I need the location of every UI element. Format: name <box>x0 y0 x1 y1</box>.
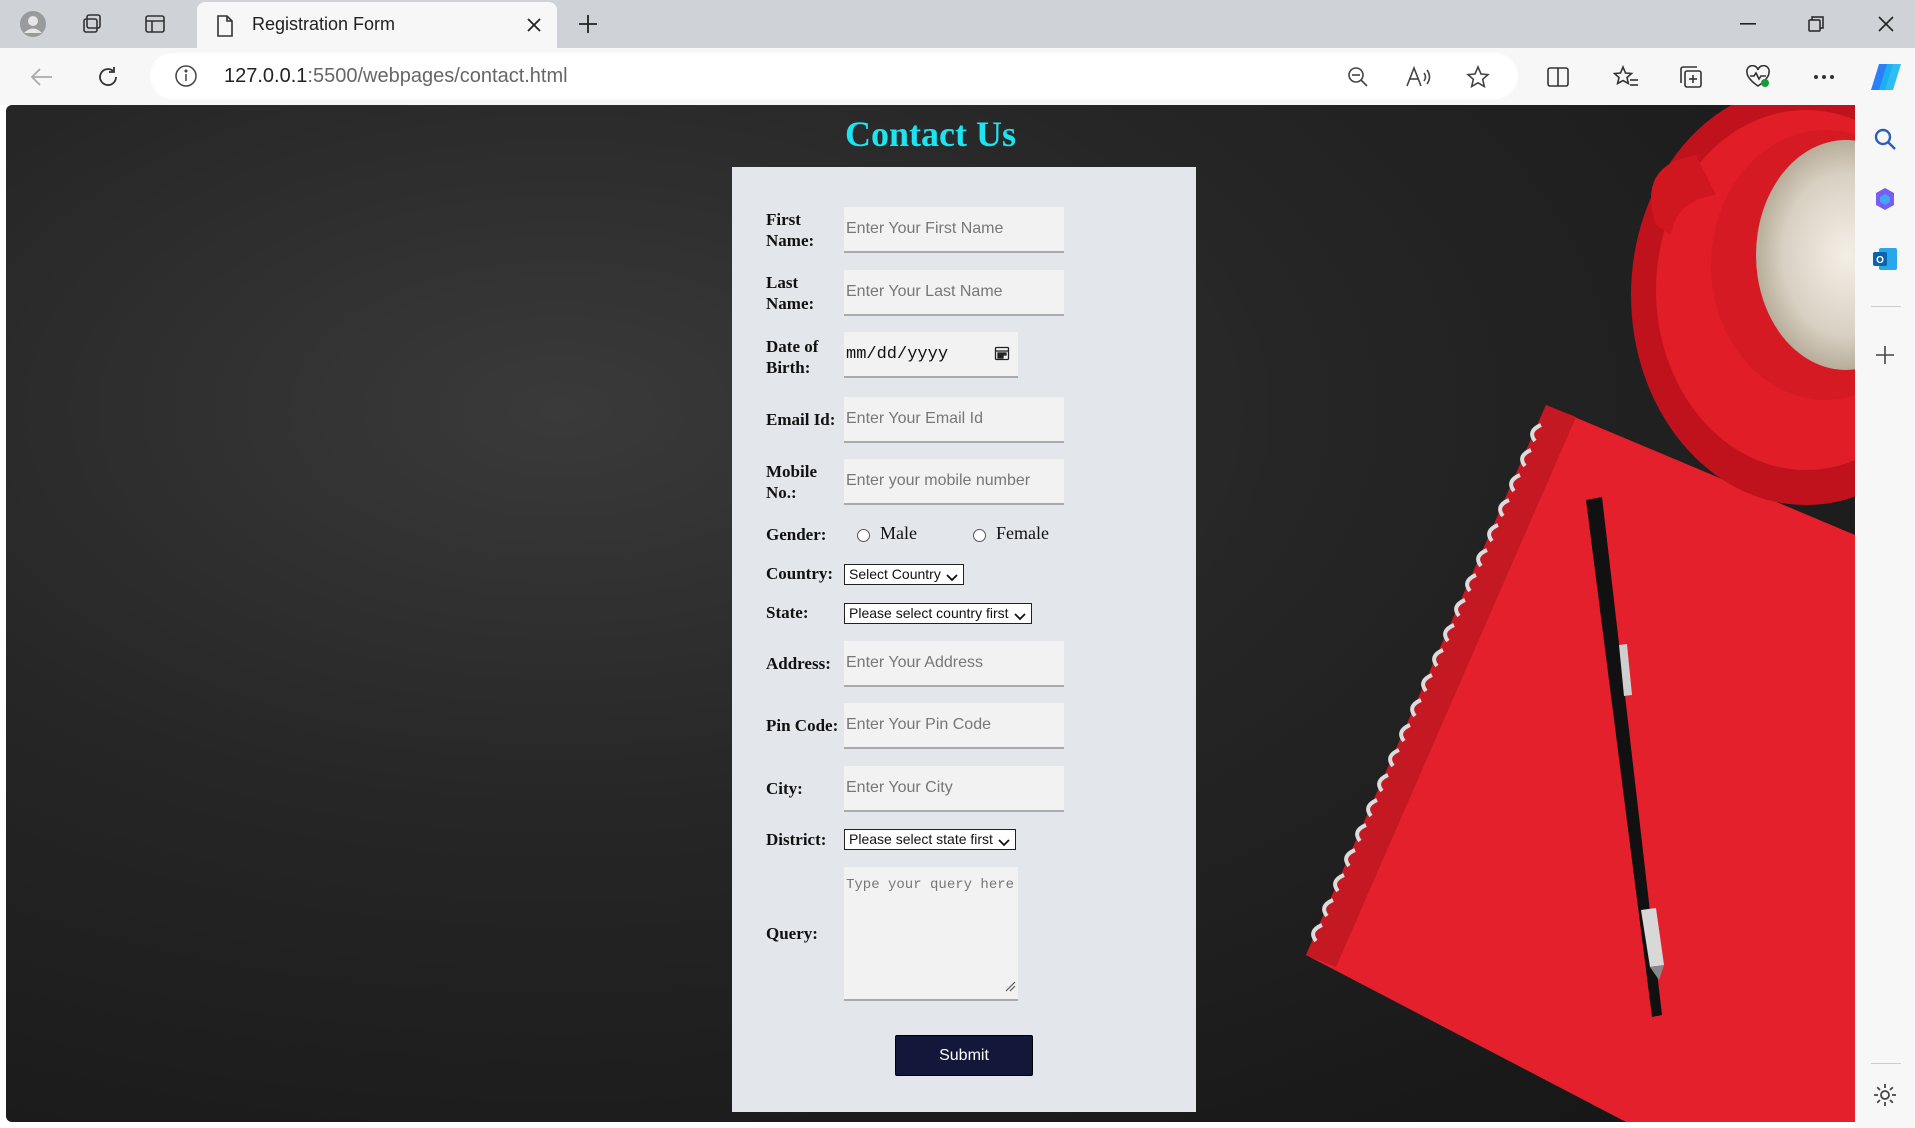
address-bar[interactable]: 127.0.0.1:5500/webpages/contact.html <box>150 53 1518 99</box>
favorites-icon[interactable] <box>1608 59 1644 95</box>
read-aloud-icon[interactable] <box>1404 63 1432 91</box>
copilot-icon[interactable] <box>1868 59 1904 95</box>
back-icon[interactable] <box>24 59 60 95</box>
workspaces-icon[interactable] <box>74 8 110 40</box>
refresh-icon[interactable] <box>90 59 126 95</box>
more-options-icon[interactable] <box>1806 59 1842 95</box>
city-label: City: <box>766 779 803 798</box>
resize-grip-icon[interactable] <box>1004 979 1016 997</box>
country-selected-value: Select Country <box>849 566 941 582</box>
pin-code-input[interactable] <box>844 703 1064 749</box>
mobile-input[interactable] <box>844 459 1064 505</box>
email-input[interactable] <box>844 397 1064 443</box>
first-name-label: First Name: <box>766 210 815 250</box>
query-label: Query: <box>766 924 818 943</box>
last-name-label: Last Name: <box>766 273 815 313</box>
chevron-down-icon <box>946 569 958 585</box>
submit-button[interactable]: Submit <box>895 1035 1033 1076</box>
state-selected-value: Please select country first <box>849 605 1009 621</box>
state-label: State: <box>766 603 809 622</box>
add-sidebar-app-icon[interactable] <box>1869 339 1901 371</box>
browser-sidebar: O <box>1855 105 1915 1128</box>
gender-female-label: Female <box>996 523 1049 543</box>
active-tab[interactable]: Registration Form <box>197 2 557 48</box>
query-textarea[interactable]: Type your query here <box>844 867 1018 1001</box>
district-selected-value: Please select state first <box>849 831 993 847</box>
calendar-icon[interactable] <box>994 345 1010 366</box>
sidebar-divider <box>1871 1063 1901 1064</box>
page-viewport: Contact Us First Name: Last Name: Date o… <box>6 105 1855 1122</box>
favorite-star-icon[interactable] <box>1464 63 1492 91</box>
restore-icon[interactable] <box>1788 6 1844 42</box>
country-label: Country: <box>766 564 834 583</box>
browser-title-bar: Registration Form <box>0 0 1915 48</box>
search-icon[interactable] <box>1869 123 1901 155</box>
state-select[interactable]: Please select country first <box>844 603 1032 624</box>
close-window-icon[interactable] <box>1858 6 1914 42</box>
browser-toolbar: 127.0.0.1:5500/webpages/contact.html <box>0 48 1915 105</box>
last-name-input[interactable] <box>844 270 1064 316</box>
browser-essentials-icon[interactable] <box>1740 59 1776 95</box>
query-placeholder: Type your query here <box>846 877 1015 893</box>
country-select[interactable]: Select Country <box>844 564 964 585</box>
outlook-icon[interactable]: O <box>1869 243 1901 275</box>
district-label: District: <box>766 830 827 849</box>
site-info-icon[interactable] <box>174 64 198 93</box>
gender-male-radio[interactable] <box>857 529 870 542</box>
sidebar-divider <box>1871 306 1901 307</box>
dob-value: mm/dd/yyyy <box>846 345 949 364</box>
gender-female-radio[interactable] <box>973 529 986 542</box>
background-notebook-image <box>1306 105 1855 1122</box>
first-name-input[interactable] <box>844 207 1064 253</box>
copilot-sidebar-icon[interactable] <box>1869 183 1901 215</box>
address-label: Address: <box>766 654 831 673</box>
pin-code-label: Pin Code: <box>766 716 839 735</box>
district-select[interactable]: Please select state first <box>844 829 1016 850</box>
email-label: Email Id: <box>766 410 836 429</box>
address-input[interactable] <box>844 641 1064 687</box>
city-input[interactable] <box>844 766 1064 812</box>
minimize-icon[interactable] <box>1720 6 1776 42</box>
chevron-down-icon <box>998 834 1010 850</box>
profile-avatar-icon[interactable] <box>15 8 51 40</box>
split-screen-icon[interactable] <box>1540 59 1576 95</box>
chevron-down-icon <box>1013 608 1026 624</box>
mobile-label: Mobile No.: <box>766 462 817 502</box>
collections-icon[interactable] <box>1674 59 1710 95</box>
url-text: 127.0.0.1:5500/webpages/contact.html <box>224 65 568 87</box>
dob-input[interactable]: mm/dd/yyyy <box>844 332 1018 378</box>
new-tab-icon[interactable] <box>572 10 604 38</box>
close-tab-icon[interactable] <box>521 12 547 38</box>
dob-label: Date of Birth: <box>766 337 819 377</box>
tab-title: Registration Form <box>252 14 396 34</box>
document-icon <box>215 14 235 43</box>
registration-form: First Name: Last Name: Date of Birth: mm… <box>732 167 1196 1112</box>
page-title: Contact Us <box>845 114 1016 154</box>
vertical-tabs-icon[interactable] <box>137 8 173 40</box>
sidebar-settings-icon[interactable] <box>1869 1079 1901 1111</box>
gender-male-label: Male <box>880 523 917 543</box>
zoom-out-icon[interactable] <box>1344 63 1372 91</box>
svg-text:O: O <box>1876 255 1884 266</box>
gender-label: Gender: <box>766 525 827 544</box>
